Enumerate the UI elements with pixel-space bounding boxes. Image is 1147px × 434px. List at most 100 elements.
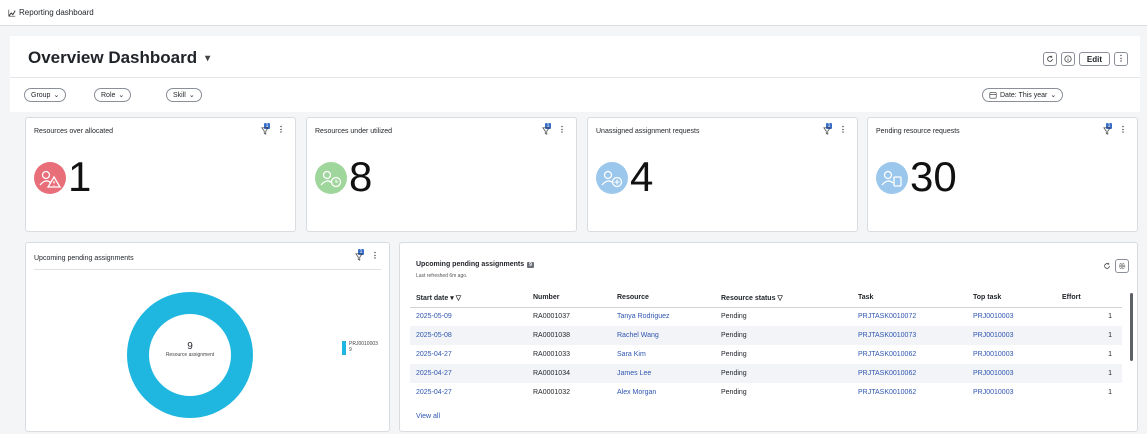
cell-effort: 1 <box>1108 313 1112 321</box>
cell-start-date[interactable]: 2025-04-27 <box>410 364 527 383</box>
kpi-label: Pending resource requests <box>876 128 960 135</box>
resource-add-icon <box>596 162 628 194</box>
chevron-down-icon: ⌄ <box>188 92 195 99</box>
gear-icon <box>1118 262 1126 270</box>
legend-swatch <box>342 341 346 355</box>
date-filter[interactable]: Date: This year ⌄ <box>982 88 1064 102</box>
table-row[interactable]: 2025-04-27 RA0001034 James Lee Pending P… <box>410 364 1122 383</box>
cell-status: Pending <box>721 389 747 396</box>
breadcrumb[interactable]: Reporting dashboard <box>8 8 94 17</box>
cell-resource[interactable]: Sara Kim <box>611 345 715 364</box>
assignments-table: Start date ▾ ▽ Number Resource Resource … <box>410 289 1122 402</box>
cell-task[interactable]: PRJTASK0010062 <box>852 364 967 383</box>
more-icon[interactable]: ⋮ <box>558 126 566 134</box>
role-filter-label: Role <box>101 91 116 99</box>
table-scrollbar[interactable] <box>1130 293 1133 361</box>
top-bar: Reporting dashboard <box>0 0 1147 26</box>
role-filter[interactable]: Role ⌄ <box>94 88 132 102</box>
pending-assignments-list-card: Upcoming pending assignments 9 Last refr… <box>399 242 1138 432</box>
legend-name: PRJ0010003 <box>349 341 378 347</box>
start-date-header-label: Start date <box>416 294 449 302</box>
page-title[interactable]: Overview Dashboard ▾ <box>28 48 210 68</box>
cell-top-task[interactable]: PRJ0010003 <box>967 383 1056 402</box>
cell-start-date[interactable]: 2025-05-09 <box>410 307 527 326</box>
cell-start-date[interactable]: 2025-04-27 <box>410 345 527 364</box>
cell-effort: 1 <box>1108 389 1112 396</box>
panel-title: Upcoming pending assignments <box>34 255 134 262</box>
table-header-row: Start date ▾ ▽ Number Resource Resource … <box>410 289 1122 308</box>
cell-task[interactable]: PRJTASK0010062 <box>852 345 967 364</box>
cell-effort: 1 <box>1056 326 1122 345</box>
column-header-effort[interactable]: Effort <box>1056 289 1122 308</box>
cell-top-task[interactable]: PRJ0010003 <box>967 326 1056 345</box>
kpi-card-unassigned-requests[interactable]: Unassigned assignment requests 1 ⋮ 4 <box>587 117 858 232</box>
cell-start-date[interactable]: 2025-05-08 <box>410 326 527 345</box>
more-icon[interactable]: ⋮ <box>371 252 379 260</box>
more-icon[interactable]: ⋮ <box>839 126 847 134</box>
column-header-resource[interactable]: Resource <box>611 289 715 308</box>
skill-filter[interactable]: Skill ⌄ <box>166 88 202 102</box>
table-row[interactable]: 2025-04-27 RA0001032 Alex Morgan Pending… <box>410 383 1122 402</box>
view-all-link[interactable]: View all <box>416 413 440 420</box>
table-row[interactable]: 2025-04-27 RA0001033 Sara Kim Pending PR… <box>410 345 1122 364</box>
filter-funnel-icon: ▽ <box>455 294 462 302</box>
cell-task[interactable]: PRJTASK0010062 <box>852 383 967 402</box>
table-row[interactable]: 2025-05-08 RA0001038 Rachel Wang Pending… <box>410 326 1122 345</box>
cell-status: Pending <box>721 313 747 321</box>
resource-status-header-label: Resource status <box>721 294 776 302</box>
page-title-text: Overview Dashboard <box>28 48 198 67</box>
group-filter[interactable]: Group ⌄ <box>24 88 67 102</box>
refresh-button[interactable] <box>1042 52 1057 66</box>
donut-chart[interactable]: 9 Resource assignment <box>126 291 254 419</box>
divider <box>34 269 381 270</box>
settings-button[interactable] <box>1115 259 1129 273</box>
edit-button[interactable]: Edit <box>1078 52 1110 66</box>
filter-funnel-icon[interactable]: 1 <box>261 123 271 135</box>
filter-funnel-icon[interactable]: 1 <box>355 249 365 261</box>
chevron-down-icon[interactable]: ▾ <box>205 53 210 64</box>
cell-start-date[interactable]: 2025-04-27 <box>410 383 527 402</box>
breadcrumb-label: Reporting dashboard <box>19 8 94 17</box>
kpi-label: Resources under utilized <box>315 128 393 135</box>
table-row[interactable]: 2025-05-09 RA0001037 Tanya Rodriguez Pen… <box>410 307 1122 326</box>
kpi-card-pending-requests[interactable]: Pending resource requests 1 ⋮ 30 <box>867 117 1138 232</box>
filter-funnel-icon[interactable]: 1 <box>1103 123 1113 135</box>
kpi-value: 4 <box>630 153 654 200</box>
column-header-task[interactable]: Task <box>852 289 967 308</box>
cell-resource[interactable]: Rachel Wang <box>611 326 715 345</box>
column-header-resource-status[interactable]: Resource status ▽ <box>715 289 852 308</box>
calendar-icon <box>989 92 997 99</box>
cell-resource[interactable]: James Lee <box>611 364 715 383</box>
kpi-label: Resources over allocated <box>34 128 113 135</box>
cell-resource[interactable]: Alex Morgan <box>611 383 715 402</box>
group-filter-label: Group <box>31 91 51 99</box>
cell-resource[interactable]: Tanya Rodriguez <box>611 307 715 326</box>
resource-doc-icon <box>876 162 908 194</box>
panel-title-text: Upcoming pending assignments <box>416 261 525 268</box>
chart-legend[interactable]: PRJ0010003 9 <box>342 341 378 355</box>
more-icon[interactable]: ⋮ <box>277 126 285 134</box>
column-header-start-date[interactable]: Start date ▾ ▽ <box>410 289 527 308</box>
cell-top-task[interactable]: PRJ0010003 <box>967 345 1056 364</box>
filter-bar: Group ⌄ Role ⌄ Skill ⌄ Date: This year ⌄ <box>10 78 1140 112</box>
last-refreshed-text: Last refreshed 6m ago. <box>416 273 468 279</box>
cell-task[interactable]: PRJTASK0010072 <box>852 307 967 326</box>
kpi-label: Unassigned assignment requests <box>596 128 700 135</box>
kpi-card-over-allocated[interactable]: Resources over allocated 1 ⋮ 1 <box>25 117 296 232</box>
column-header-number[interactable]: Number <box>527 289 611 308</box>
cell-top-task[interactable]: PRJ0010003 <box>967 307 1056 326</box>
filter-funnel-icon[interactable]: 1 <box>542 123 552 135</box>
cell-task[interactable]: PRJTASK0010073 <box>852 326 967 345</box>
donut-label: Resource assignment <box>165 352 215 358</box>
more-options-button[interactable]: ⋮ <box>1114 52 1128 66</box>
legend-value: 9 <box>349 347 352 353</box>
info-icon <box>1064 55 1072 63</box>
filter-funnel-icon[interactable]: 1 <box>823 123 833 135</box>
kpi-card-under-utilized[interactable]: Resources under utilized 1 ⋮ 8 <box>306 117 577 232</box>
column-header-top-task[interactable]: Top task <box>967 289 1056 308</box>
more-icon: ⋮ <box>1117 54 1125 63</box>
info-button[interactable] <box>1060 52 1075 66</box>
refresh-icon[interactable] <box>1103 262 1111 270</box>
more-icon[interactable]: ⋮ <box>1119 126 1127 134</box>
cell-top-task[interactable]: PRJ0010003 <box>967 364 1056 383</box>
